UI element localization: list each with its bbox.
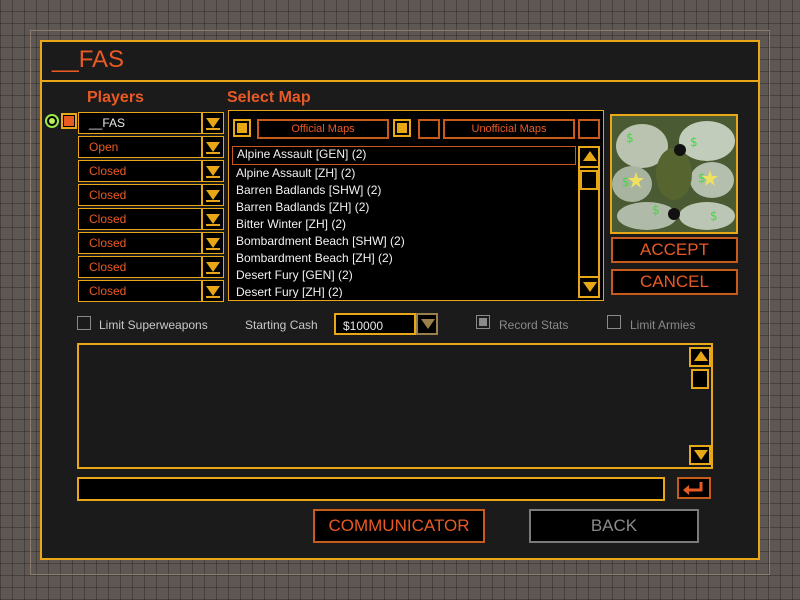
player-slot-7[interactable]: Closed bbox=[78, 256, 202, 278]
svg-text:$: $ bbox=[622, 175, 630, 189]
chat-log bbox=[77, 343, 713, 469]
player-slot-2-dropdown[interactable] bbox=[202, 136, 224, 158]
svg-text:$: $ bbox=[698, 171, 706, 185]
player-slot-1[interactable]: __FAS bbox=[78, 112, 202, 134]
player-slot-8[interactable]: Closed bbox=[78, 280, 202, 302]
limit-armies-label: Limit Armies bbox=[630, 318, 696, 332]
limit-superweapons-checkbox[interactable] bbox=[77, 316, 91, 330]
chat-scroll-up-button[interactable] bbox=[689, 347, 711, 367]
svg-text:$: $ bbox=[626, 131, 634, 145]
arrow-up-icon bbox=[694, 351, 708, 361]
player-slot-2[interactable]: Open bbox=[78, 136, 202, 158]
map-list-item[interactable]: Desert Fury [ZH] (2) bbox=[232, 284, 576, 298]
cancel-button[interactable]: CANCEL bbox=[611, 269, 738, 295]
player-slot-5[interactable]: Closed bbox=[78, 208, 202, 230]
chevron-down-icon bbox=[206, 118, 220, 128]
starting-cash-label: Starting Cash bbox=[245, 318, 318, 332]
chevron-down-icon bbox=[206, 166, 220, 176]
map-list-item[interactable]: Barren Badlands [SHW] (2) bbox=[232, 182, 576, 199]
accept-button[interactable]: ACCEPT bbox=[611, 237, 738, 263]
back-button[interactable]: BACK bbox=[529, 509, 699, 543]
arrow-down-icon bbox=[583, 282, 597, 292]
player-slot-4-dropdown[interactable] bbox=[202, 184, 224, 206]
player-slot-1-dropdown[interactable] bbox=[202, 112, 224, 134]
official-maps-button[interactable]: Official Maps bbox=[257, 119, 389, 139]
map-list-item[interactable]: Bitter Winter [ZH] (2) bbox=[232, 216, 576, 233]
arrow-down-icon bbox=[694, 450, 708, 460]
map-preview-image: $ $ $ $ $ $ bbox=[612, 116, 736, 232]
map-list-item[interactable]: Barren Badlands [ZH] (2) bbox=[232, 199, 576, 216]
communicator-button[interactable]: COMMUNICATOR bbox=[313, 509, 485, 543]
map-scroll-up-button[interactable] bbox=[578, 146, 600, 168]
players-header: Players bbox=[87, 89, 144, 106]
map-scroll-thumb[interactable] bbox=[580, 170, 598, 190]
map-list-item[interactable]: Bombardment Beach [ZH] (2) bbox=[232, 250, 576, 267]
svg-text:$: $ bbox=[710, 209, 718, 223]
player-slot-6-dropdown[interactable] bbox=[202, 232, 224, 254]
ready-status-icon bbox=[45, 114, 59, 128]
limit-armies-checkbox[interactable] bbox=[607, 315, 621, 329]
map-list-item[interactable]: Desert Fury [GEN] (2) bbox=[232, 267, 576, 284]
map-scroll-down-button[interactable] bbox=[578, 276, 600, 298]
chevron-down-icon bbox=[206, 190, 220, 200]
chevron-down-icon bbox=[421, 319, 435, 329]
chat-scroll-thumb[interactable] bbox=[691, 369, 709, 389]
record-stats-checkbox[interactable] bbox=[476, 315, 490, 329]
player-color-swatch[interactable] bbox=[61, 113, 77, 129]
chevron-down-icon bbox=[206, 286, 220, 296]
unofficial-maps-button[interactable]: Unofficial Maps bbox=[443, 119, 575, 139]
player-slot-3[interactable]: Closed bbox=[78, 160, 202, 182]
map-list-item[interactable]: Bombardment Beach [SHW] (2) bbox=[232, 233, 576, 250]
limit-superweapons-label: Limit Superweapons bbox=[99, 318, 208, 332]
enter-arrow-icon bbox=[683, 482, 703, 495]
unofficial-maps-checkbox[interactable] bbox=[418, 119, 440, 139]
map-preview: $ $ $ $ $ $ bbox=[610, 114, 738, 234]
chevron-down-icon bbox=[206, 142, 220, 152]
starting-cash-select[interactable]: $10000 bbox=[334, 313, 416, 335]
map-list-item[interactable]: Alpine Assault [GEN] (2) bbox=[232, 146, 576, 165]
map-list-item[interactable]: Alpine Assault [ZH] (2) bbox=[232, 165, 576, 182]
official-maps-toggle[interactable] bbox=[393, 119, 411, 137]
player-slot-4[interactable]: Closed bbox=[78, 184, 202, 206]
send-chat-button[interactable] bbox=[677, 477, 711, 499]
game-title: __FAS bbox=[52, 46, 125, 73]
player-slot-6[interactable]: Closed bbox=[78, 232, 202, 254]
player-slot-7-dropdown[interactable] bbox=[202, 256, 224, 278]
chat-scroll-down-button[interactable] bbox=[689, 445, 711, 465]
chevron-down-icon bbox=[206, 214, 220, 224]
chat-input[interactable] bbox=[77, 477, 665, 501]
title-divider bbox=[42, 80, 758, 82]
select-map-header: Select Map bbox=[227, 89, 311, 106]
player-slot-8-dropdown[interactable] bbox=[202, 280, 224, 302]
player-slot-5-dropdown[interactable] bbox=[202, 208, 224, 230]
chevron-down-icon bbox=[206, 238, 220, 248]
svg-text:$: $ bbox=[652, 203, 660, 217]
player-slot-3-dropdown[interactable] bbox=[202, 160, 224, 182]
arrow-up-icon bbox=[583, 151, 597, 161]
starting-cash-dropdown[interactable] bbox=[416, 313, 438, 335]
unofficial-maps-toggle[interactable] bbox=[578, 119, 600, 139]
chevron-down-icon bbox=[206, 262, 220, 272]
svg-text:$: $ bbox=[690, 135, 698, 149]
official-maps-checkbox[interactable] bbox=[233, 119, 251, 137]
record-stats-label: Record Stats bbox=[499, 318, 569, 332]
map-list: Alpine Assault [GEN] (2) Alpine Assault … bbox=[232, 146, 576, 298]
